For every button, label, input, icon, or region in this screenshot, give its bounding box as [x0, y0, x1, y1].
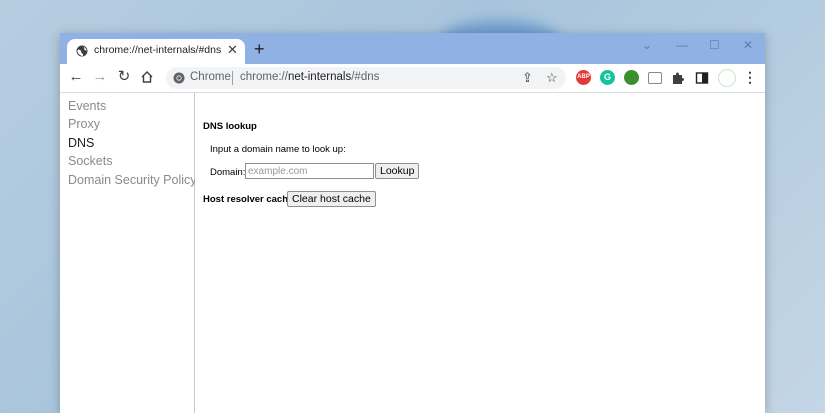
url-text[interactable]: chrome://net-internals/#dns: [240, 71, 379, 83]
kebab-menu-icon[interactable]: ⋮: [742, 68, 758, 86]
omnibox-divider: [232, 71, 233, 85]
url-scheme: chrome://: [240, 71, 288, 83]
sidebar-item-sockets[interactable]: Sockets: [68, 154, 112, 168]
address-bar[interactable]: Chrome chrome://net-internals/#dns ⇪ ☆: [166, 67, 566, 89]
dns-panel: DNS lookup Input a domain name to look u…: [195, 93, 765, 413]
chrome-logo-icon: [173, 72, 185, 84]
window-close-icon[interactable]: ✕: [743, 38, 753, 52]
chevron-down-icon[interactable]: ⌄: [642, 38, 652, 52]
browser-toolbar: ← → ↻ Chrome chrome://net-internals/#dns…: [60, 64, 765, 92]
title-bar[interactable]: chrome://net-internals/#dns ✕ + ⌄ — ☐ ✕: [60, 33, 765, 64]
maximize-icon[interactable]: ☐: [709, 38, 720, 52]
close-icon[interactable]: ✕: [227, 42, 238, 58]
net-internals-sidebar: Events Proxy DNS Sockets Domain Security…: [60, 93, 197, 413]
puzzle-icon[interactable]: [671, 71, 685, 85]
profile-extension-icon[interactable]: [718, 69, 736, 87]
home-icon[interactable]: [140, 70, 154, 84]
url-path: /#dns: [351, 71, 380, 83]
arrow-left-icon[interactable]: ←: [68, 68, 84, 86]
site-label: Chrome: [190, 71, 231, 83]
tab-net-internals[interactable]: chrome://net-internals/#dns ✕: [67, 39, 245, 64]
domain-label: Domain:: [210, 167, 246, 178]
url-host: net-internals: [287, 71, 352, 83]
browser-window: chrome://net-internals/#dns ✕ + ⌄ — ☐ ✕ …: [60, 33, 765, 413]
sidebar-item-domain-security-policy[interactable]: Domain Security Policy: [68, 173, 197, 187]
reload-icon[interactable]: ↻: [116, 68, 132, 86]
star-icon[interactable]: ☆: [546, 70, 558, 86]
minimize-icon[interactable]: —: [676, 38, 688, 52]
dns-instruction: Input a domain name to look up:: [210, 144, 346, 155]
grammarly-extension-icon[interactable]: G: [600, 70, 615, 85]
dns-lookup-heading: DNS lookup: [203, 121, 257, 132]
side-panel-icon[interactable]: [695, 71, 709, 85]
sidebar-item-proxy[interactable]: Proxy: [68, 117, 100, 131]
abp-extension-icon[interactable]: ABP: [576, 70, 591, 85]
plus-icon[interactable]: +: [254, 40, 265, 58]
arrow-right-icon[interactable]: →: [92, 68, 108, 86]
share-icon[interactable]: ⇪: [522, 70, 533, 86]
sidebar-item-dns[interactable]: DNS: [68, 136, 94, 150]
cast-extension-icon[interactable]: [648, 72, 662, 84]
host-resolver-cache-label: Host resolver cache: [203, 194, 294, 205]
lookup-button[interactable]: Lookup: [375, 163, 420, 179]
clear-host-cache-button[interactable]: Clear host cache: [287, 191, 376, 207]
tab-title: chrome://net-internals/#dns: [94, 44, 222, 56]
domain-input[interactable]: [245, 163, 374, 179]
globe-icon: [76, 45, 88, 57]
green-extension-icon[interactable]: [624, 70, 639, 85]
sidebar-item-events[interactable]: Events: [68, 99, 106, 113]
